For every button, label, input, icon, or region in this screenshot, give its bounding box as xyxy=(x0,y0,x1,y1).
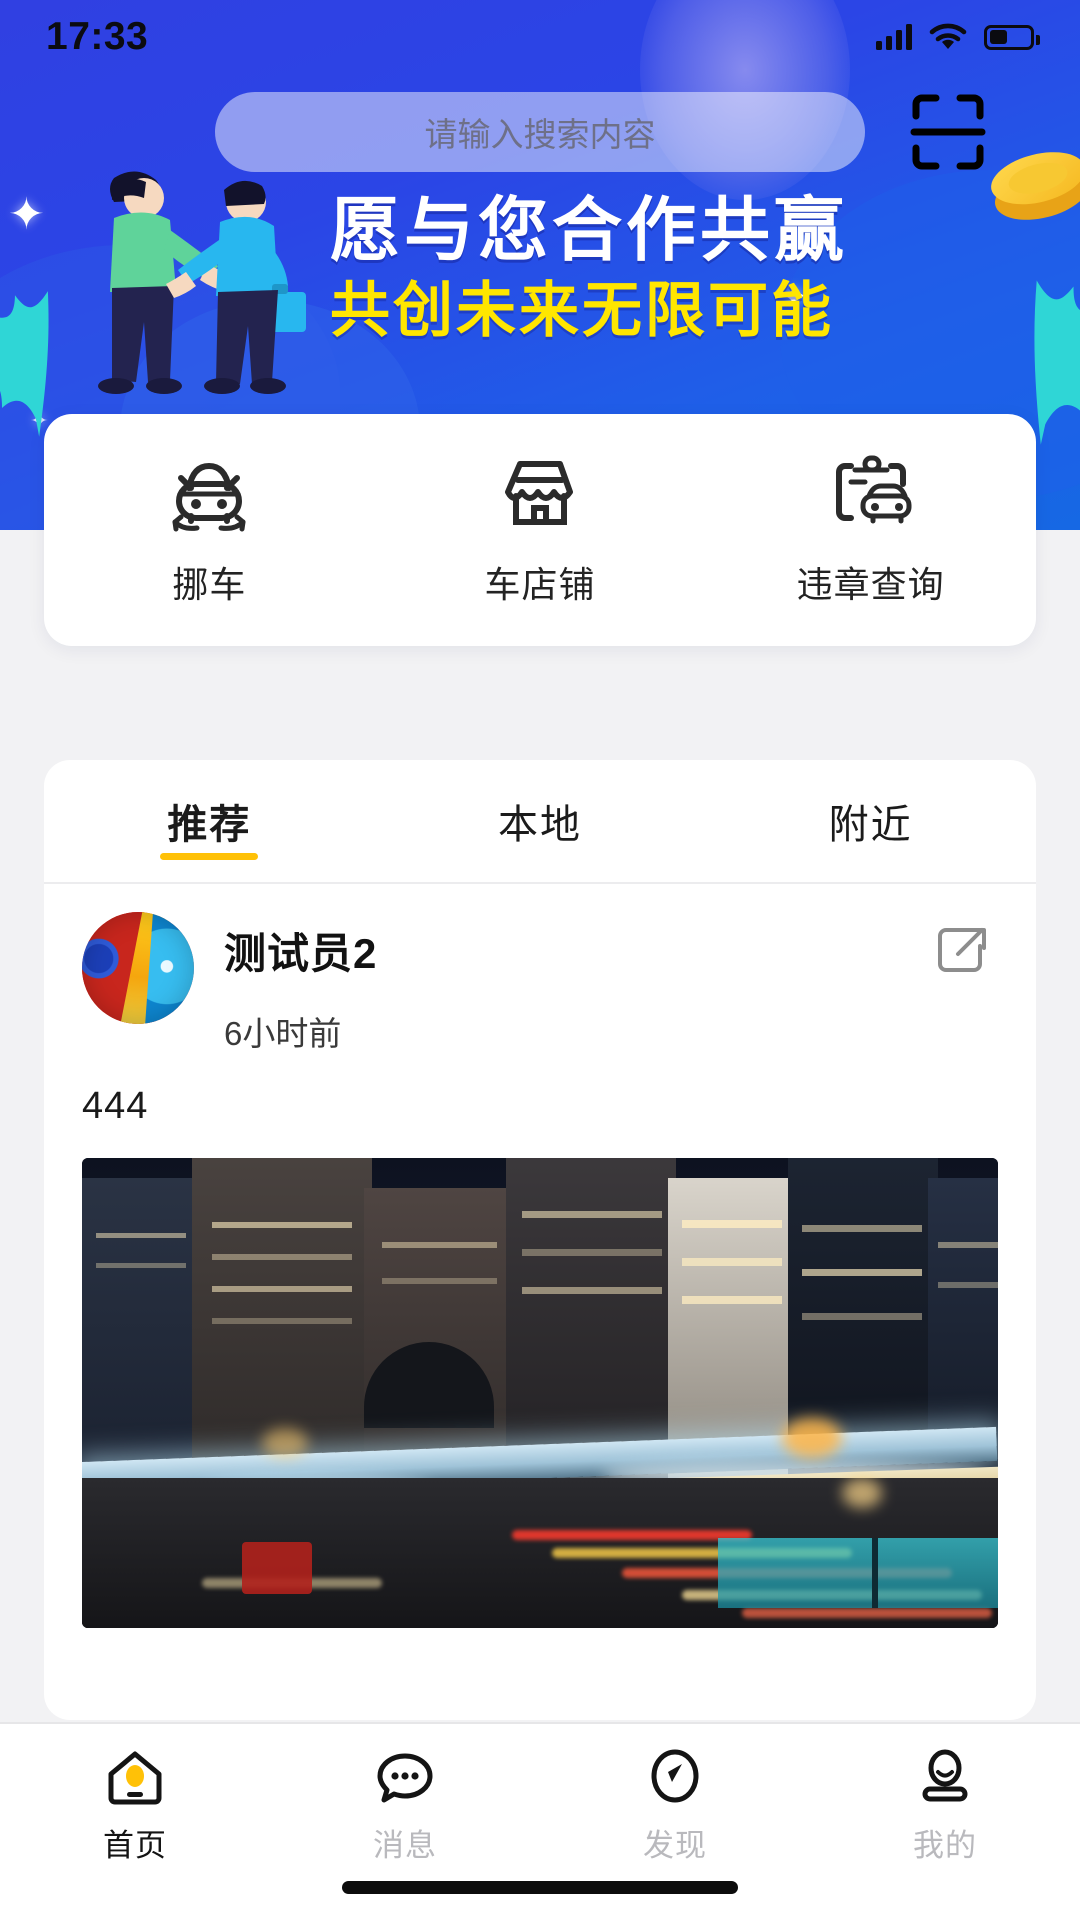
search-input[interactable]: 请输入搜索内容 xyxy=(215,92,865,172)
tab-label: 本地 xyxy=(498,803,582,847)
search-placeholder: 请输入搜索内容 xyxy=(424,116,656,153)
banner-headline: 愿与您合作共赢 共创未来无限可能 xyxy=(330,195,1030,341)
nav-label: 发现 xyxy=(643,1828,707,1863)
avatar[interactable] xyxy=(82,912,194,1024)
tab-label: 附近 xyxy=(828,803,913,847)
feed-post: 测试员2 6小时前 444 xyxy=(44,884,1036,1628)
wifi-icon xyxy=(929,23,967,49)
quick-action-label: 违章查询 xyxy=(796,564,945,605)
quick-actions-card: 挪车 车店铺 违章查询 xyxy=(44,414,1036,646)
quick-action-label: 车店铺 xyxy=(484,564,596,605)
feed-card: 推荐 本地 附近 测试员2 6小时前 444 xyxy=(44,760,1036,1720)
clipboard-car-icon xyxy=(825,452,917,534)
post-author[interactable]: 测试员2 xyxy=(224,920,377,981)
post-content: 444 xyxy=(82,1085,149,1127)
scan-qr-icon[interactable] xyxy=(908,90,988,174)
signal-bars-icon xyxy=(876,24,912,50)
tab-label: 推荐 xyxy=(167,803,252,847)
handshake-illustration xyxy=(40,146,340,406)
external-link-icon[interactable] xyxy=(932,920,994,982)
banner-headline-secondary: 共创未来无限可能 xyxy=(330,276,834,346)
nav-label: 消息 xyxy=(373,1828,437,1863)
nav-item-profile[interactable]: 我的 xyxy=(810,1724,1080,1865)
status-bar-clock: 17:33 xyxy=(46,15,149,58)
nav-item-discover[interactable]: 发现 xyxy=(540,1724,810,1865)
battery-icon xyxy=(984,24,1040,50)
car-move-icon xyxy=(163,452,255,534)
status-bar-icons xyxy=(876,23,1040,51)
chat-bubble-icon xyxy=(372,1746,438,1808)
feed-tabs: 推荐 本地 附近 xyxy=(44,760,1036,884)
home-indicator-bar[interactable] xyxy=(342,1881,738,1894)
storefront-icon xyxy=(494,452,586,534)
post-timestamp: 6小时前 xyxy=(224,1015,342,1052)
compass-icon xyxy=(642,1746,708,1808)
nav-item-messages[interactable]: 消息 xyxy=(270,1724,540,1865)
tab-nearby[interactable]: 附近 xyxy=(705,760,1036,882)
tab-recommended[interactable]: 推荐 xyxy=(44,760,375,882)
post-meta: 测试员2 6小时前 xyxy=(224,912,377,1055)
home-icon xyxy=(102,1746,168,1808)
quick-action-car-shop[interactable]: 车店铺 xyxy=(375,452,706,608)
nav-label: 我的 xyxy=(913,1828,977,1863)
post-header: 测试员2 6小时前 xyxy=(82,912,998,1055)
tab-local[interactable]: 本地 xyxy=(375,760,706,882)
quick-action-move-car[interactable]: 挪车 xyxy=(44,452,375,608)
quick-action-label: 挪车 xyxy=(172,564,247,605)
nav-label: 首页 xyxy=(103,1828,167,1863)
content-background xyxy=(0,646,1080,760)
person-icon xyxy=(912,1746,978,1808)
banner-headline-primary: 愿与您合作共赢 xyxy=(330,189,848,271)
quick-action-violation-query[interactable]: 违章查询 xyxy=(705,452,1036,608)
status-bar: 17:33 xyxy=(0,0,1080,74)
nav-item-home[interactable]: 首页 xyxy=(0,1724,270,1865)
app-root: ✦ ✦ ✦ xyxy=(0,0,1080,1920)
post-image[interactable] xyxy=(82,1158,998,1628)
search-row: 请输入搜索内容 xyxy=(0,92,1080,178)
